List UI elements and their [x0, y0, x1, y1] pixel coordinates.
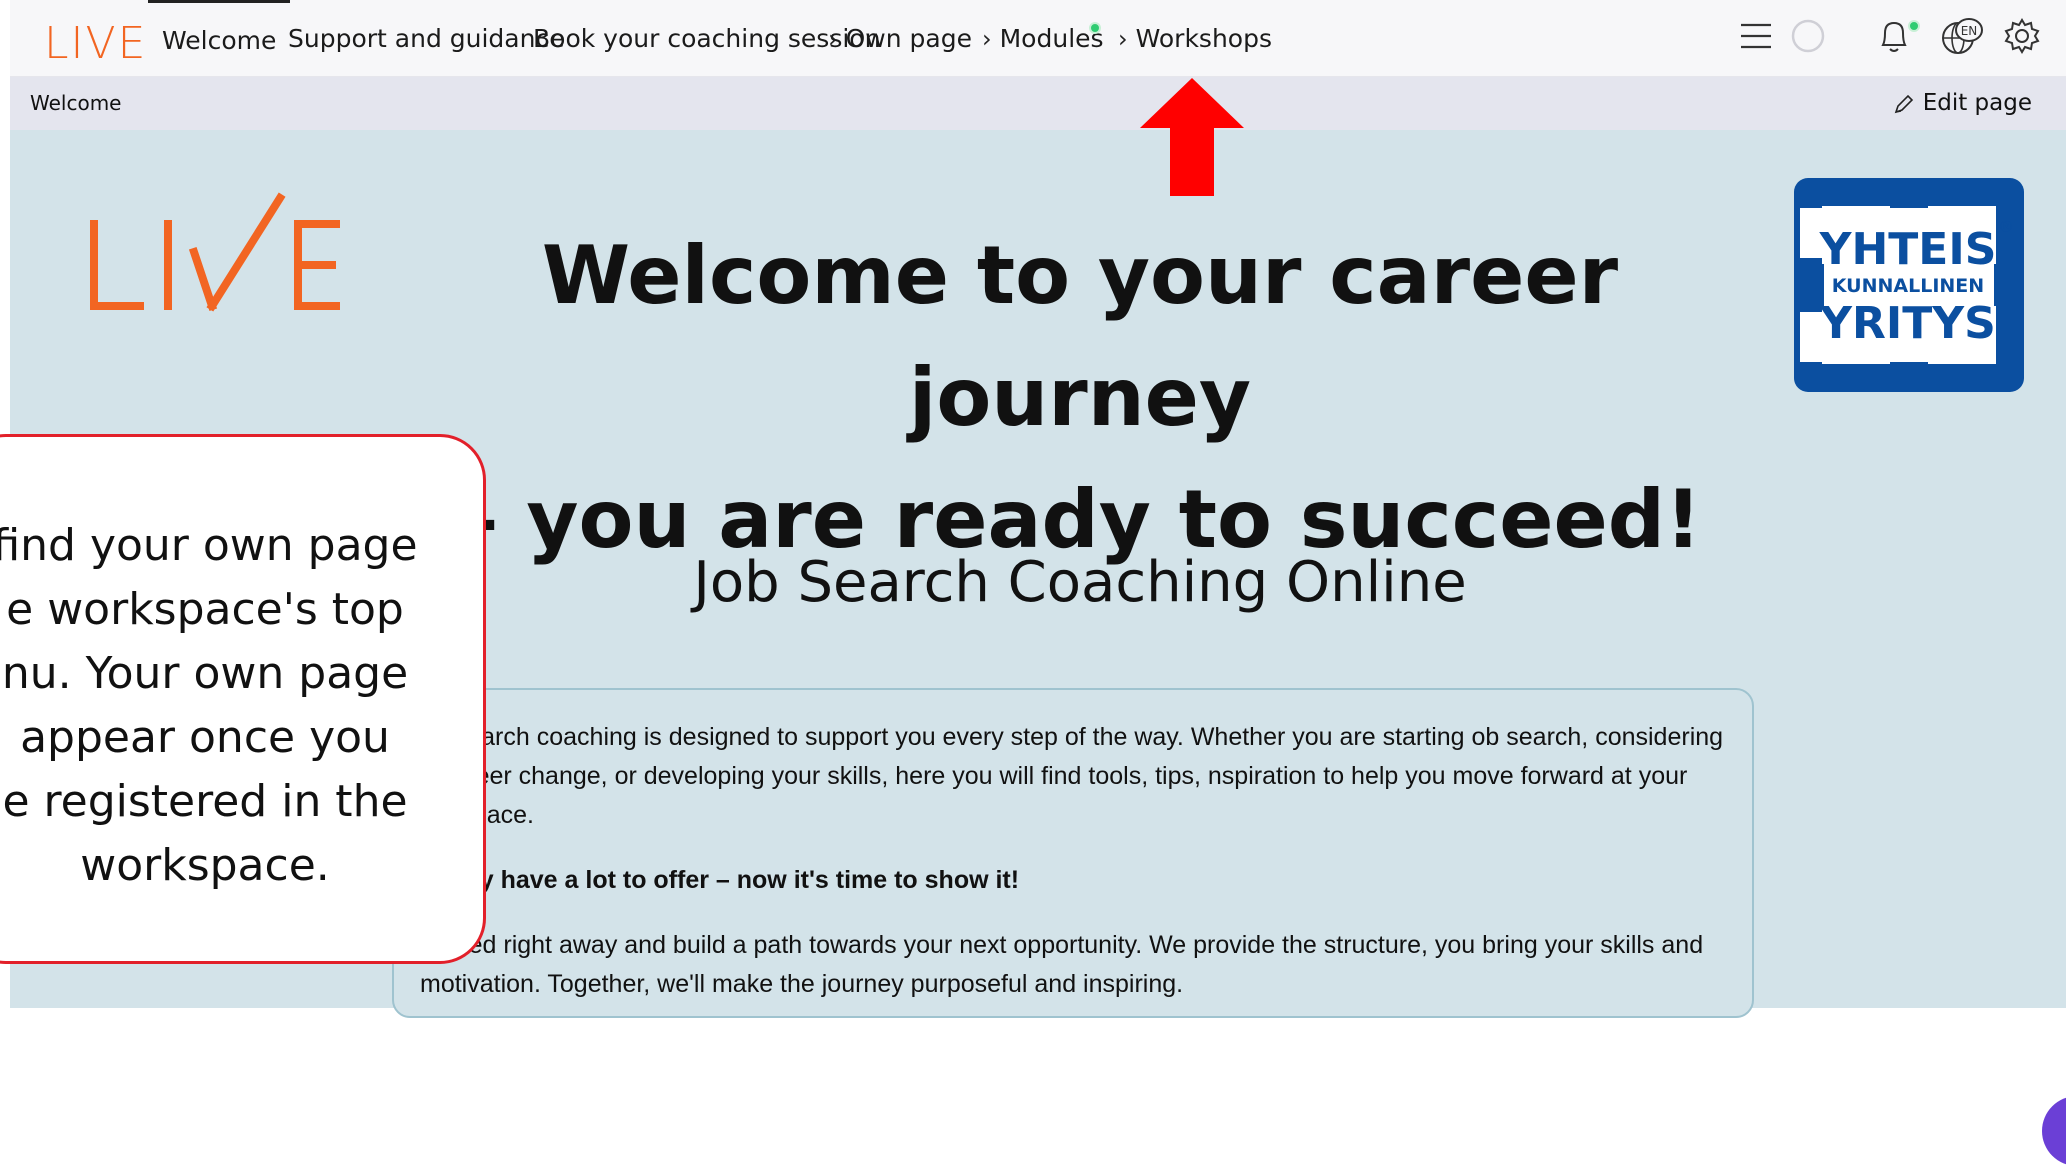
breadcrumb-bar: Welcome Edit page — [10, 77, 2066, 130]
svg-text:YHTEIS: YHTEIS — [1819, 224, 1997, 275]
gear-icon[interactable] — [2000, 14, 2044, 58]
chevron-right-icon: › — [1118, 25, 1128, 53]
nav-tab-label: Workshops — [1135, 24, 1272, 53]
callout-line: workspace. — [80, 840, 330, 891]
nav-tab-own-page[interactable]: › Own page — [828, 0, 972, 76]
language-globe-icon[interactable]: EN — [1940, 14, 1984, 58]
callout-line: nu. Your own page — [1, 648, 409, 699]
callout-line: e registered in the — [2, 776, 408, 827]
page-subtitle: Job Search Coaching Online — [693, 550, 1467, 615]
intro-info-box: ob search coaching is designed to suppor… — [392, 688, 1754, 1018]
intro-paragraph-3: started right away and build a path towa… — [420, 931, 1704, 998]
callout-line: find your own page — [0, 520, 418, 571]
nav-tab-workshops[interactable]: › Workshops — [1118, 0, 1272, 76]
notification-status-dot — [1908, 20, 1920, 32]
red-arrow-indicator — [1140, 78, 1244, 196]
pencil-icon — [1894, 94, 1913, 113]
live-big-logo — [90, 192, 340, 312]
nav-tab-welcome[interactable]: Welcome — [148, 0, 291, 76]
title-line-1: Welcome to your career journey — [541, 229, 1619, 444]
modules-status-dot — [1089, 22, 1101, 34]
intro-paragraph-1: ob search coaching is designed to suppor… — [420, 723, 1724, 829]
live-logo[interactable]: LIVE — [44, 8, 164, 69]
nav-tab-label: Welcome — [162, 26, 277, 55]
svg-text:EN: EN — [1961, 24, 1978, 38]
hamburger-menu-icon[interactable] — [1734, 14, 1778, 58]
svg-text:LIVE: LIVE — [44, 18, 147, 66]
chat-widget-button[interactable] — [2042, 1096, 2066, 1166]
page-title: Welcome to your career journey – you are… — [390, 215, 1770, 581]
nav-tab-modules[interactable]: › Modules — [982, 0, 1104, 76]
nav-tab-label: Support and guidance — [288, 24, 565, 53]
nav-tab-label: Own page — [845, 24, 972, 53]
callout-line: appear once you — [20, 712, 390, 763]
badge-artwork: YHTEIS KUNNALLINEN YRITYS ® — [1794, 178, 2024, 392]
callout-line: e workspace's top — [6, 584, 404, 635]
edit-page-label: Edit page — [1922, 90, 2032, 116]
svg-text:KUNNALLINEN: KUNNALLINEN — [1832, 275, 1984, 297]
chevron-right-icon: › — [828, 25, 838, 53]
nav-tab-support-and-guidance[interactable]: Support and guidance — [288, 0, 565, 76]
tutorial-callout-text: find your own page e workspace's top nu.… — [0, 514, 470, 898]
yhteiskunnallinen-yritys-badge: YHTEIS KUNNALLINEN YRITYS ® — [1794, 178, 2024, 392]
edit-page-button[interactable]: Edit page — [1893, 77, 2032, 130]
top-navigation-bar: LIVE Welcome Support and guidance Book y… — [10, 0, 2066, 77]
live-logo-mark: LIVE — [44, 18, 147, 69]
intro-paragraph-2: lready have a lot to offer – now it's ti… — [420, 866, 1020, 894]
svg-text:YRITYS: YRITYS — [1819, 298, 1996, 349]
nav-tab-label: Modules — [999, 24, 1104, 53]
svg-text:®: ® — [1998, 217, 2014, 236]
breadcrumb: Welcome — [30, 91, 122, 115]
chevron-right-icon: › — [982, 25, 992, 53]
loading-circle-icon — [1786, 14, 1830, 58]
